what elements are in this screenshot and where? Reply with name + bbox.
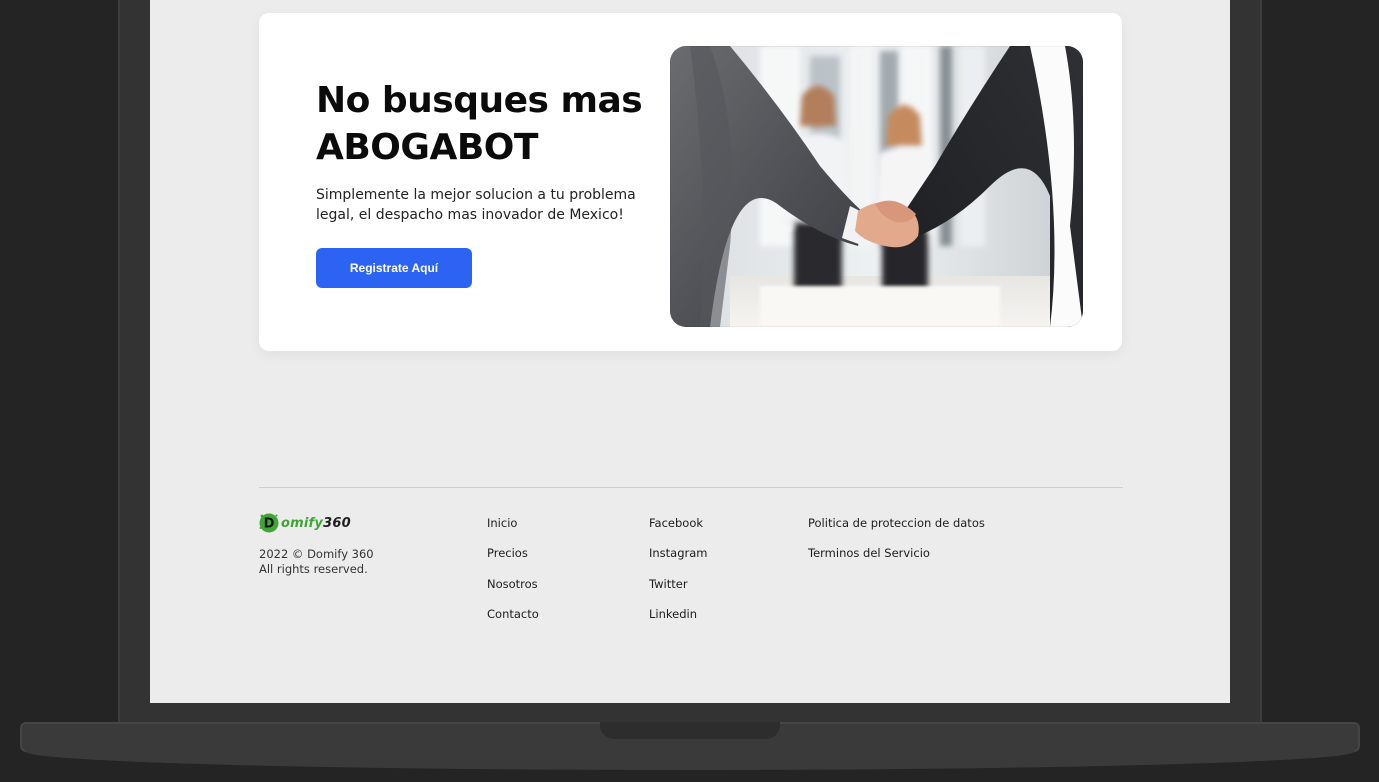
footer-link-nosotros-anchor[interactable]: Nosotros: [487, 577, 538, 591]
footer-link-linkedin: Linkedin: [649, 607, 708, 637]
footer-link-inicio: Inicio: [487, 516, 539, 546]
domify-logo[interactable]: D omify360: [258, 512, 351, 534]
hero-title-line-2: ABOGABOT: [316, 127, 538, 168]
logo-wordmark: omify360: [281, 516, 351, 531]
hero-subtitle: Simplemente la mejor solucion a tu probl…: [316, 187, 636, 223]
footer-link-facebook: Facebook: [649, 516, 708, 546]
footer-link-twitter-anchor[interactable]: Twitter: [649, 577, 688, 591]
footer-link-contacto: Contacto: [487, 607, 539, 637]
browser-viewport[interactable]: No busques mas ABOGABOT Simplemente la m…: [150, 0, 1230, 703]
footer-link-precios: Precios: [487, 546, 539, 576]
register-button[interactable]: Registrate Aquí: [316, 248, 472, 288]
logo-wordmark-text: omify: [281, 515, 324, 531]
footer-link-facebook-anchor[interactable]: Facebook: [649, 516, 703, 530]
hero-title: No busques mas ABOGABOT: [316, 77, 656, 171]
footer-link-terms-anchor[interactable]: Terminos del Servicio: [808, 546, 930, 560]
footer-social-links: Facebook Instagram Twitter Linkedin: [649, 516, 708, 638]
footer-nav-links: Inicio Precios Nosotros Contacto: [487, 516, 539, 638]
logo-wordmark-number: 360: [323, 515, 351, 531]
hero-card: No busques mas ABOGABOT Simplemente la m…: [259, 13, 1122, 351]
svg-text:D: D: [264, 517, 275, 532]
footer-legal-links: Politica de proteccion de datos Terminos…: [808, 516, 985, 577]
footer-link-privacy-anchor[interactable]: Politica de proteccion de datos: [808, 516, 985, 530]
copyright-line-1: 2022 © Domify 360: [259, 547, 374, 561]
footer-copyright: 2022 © Domify 360 All rights reserved.: [259, 547, 374, 577]
footer-link-precios-anchor[interactable]: Precios: [487, 546, 528, 560]
footer-divider: [259, 487, 1123, 488]
footer-link-contacto-anchor[interactable]: Contacto: [487, 607, 539, 621]
laptop-base-bottom: [26, 748, 1354, 770]
footer-link-instagram: Instagram: [649, 546, 708, 576]
hero-title-line-1: No busques mas: [316, 80, 643, 121]
footer-link-privacy: Politica de proteccion de datos: [808, 516, 985, 546]
footer-link-nosotros: Nosotros: [487, 577, 539, 607]
footer-link-inicio-anchor[interactable]: Inicio: [487, 516, 517, 530]
handshake-photo: [670, 46, 1083, 327]
domify-logo-icon: D: [259, 513, 279, 533]
footer-link-linkedin-anchor[interactable]: Linkedin: [649, 607, 697, 621]
footer-link-twitter: Twitter: [649, 577, 708, 607]
footer-link-terms: Terminos del Servicio: [808, 546, 985, 576]
copyright-line-2: All rights reserved.: [259, 562, 368, 576]
laptop-notch: [600, 722, 780, 739]
footer-link-instagram-anchor[interactable]: Instagram: [649, 546, 708, 560]
